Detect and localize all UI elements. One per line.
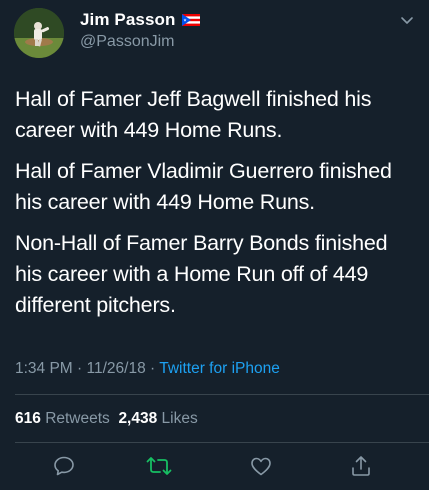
tweet-paragraph: Non-Hall of Famer Barry Bonds finished h… bbox=[15, 231, 388, 317]
display-name[interactable]: Jim Passon bbox=[80, 10, 176, 30]
tweet-source-link[interactable]: Twitter for iPhone bbox=[159, 360, 280, 377]
retweet-icon bbox=[146, 457, 172, 475]
divider bbox=[15, 442, 429, 443]
likes-label: Likes bbox=[161, 410, 198, 427]
retweets-count: 616 bbox=[15, 410, 41, 427]
reply-icon bbox=[54, 456, 74, 476]
tweet-date[interactable]: 11/26/18 bbox=[87, 360, 146, 377]
meta-separator: · bbox=[77, 360, 83, 377]
action-bar bbox=[0, 452, 429, 484]
share-button[interactable] bbox=[347, 452, 375, 480]
chevron-down-icon[interactable] bbox=[399, 12, 415, 28]
retweet-button[interactable] bbox=[145, 452, 173, 480]
tweet-text: Hall of Famer Jeff Bagwell finished his … bbox=[15, 84, 415, 331]
divider bbox=[15, 394, 429, 395]
name-row: Jim Passon bbox=[80, 10, 200, 30]
user-handle[interactable]: @PassonJim bbox=[80, 33, 175, 51]
tweet-stats: 616 Retweets 2,438 Likes bbox=[15, 410, 198, 428]
share-icon bbox=[352, 456, 370, 476]
reply-button[interactable] bbox=[50, 452, 78, 480]
likes-count: 2,438 bbox=[118, 410, 158, 427]
like-button[interactable] bbox=[247, 452, 275, 480]
retweets-label: Retweets bbox=[45, 410, 110, 427]
puerto-rico-flag-icon bbox=[181, 14, 200, 26]
tweet-meta: 1:34 PM · 11/26/18 · Twitter for iPhone bbox=[15, 360, 280, 378]
like-icon bbox=[251, 457, 271, 476]
meta-separator: · bbox=[150, 360, 156, 377]
avatar[interactable] bbox=[14, 8, 64, 58]
likes-stat[interactable]: 2,438 Likes bbox=[118, 410, 197, 427]
tweet-time[interactable]: 1:34 PM bbox=[15, 360, 73, 377]
tweet-header: Jim Passon @PassonJim bbox=[0, 0, 429, 70]
avatar-image bbox=[14, 8, 64, 58]
retweets-stat[interactable]: 616 Retweets bbox=[15, 410, 110, 427]
tweet-paragraph: Hall of Famer Vladimir Guerrero finished… bbox=[15, 159, 392, 214]
tweet-paragraph: Hall of Famer Jeff Bagwell finished his … bbox=[15, 87, 372, 142]
